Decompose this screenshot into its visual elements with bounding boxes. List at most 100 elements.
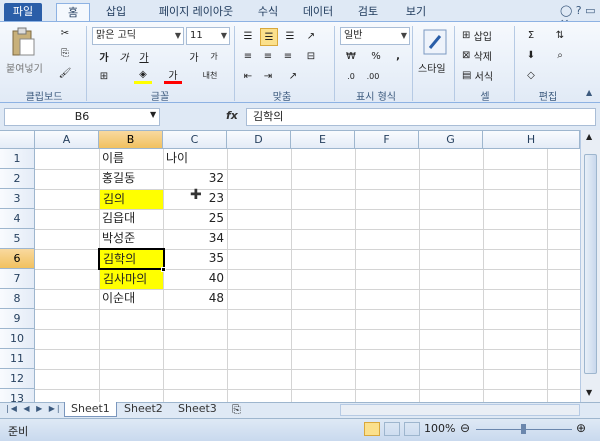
row-header-5[interactable]: 5 [0, 229, 35, 249]
column-header-h[interactable]: H [483, 131, 580, 149]
orientation-icon[interactable]: ↗ [282, 68, 304, 84]
cell-c2[interactable]: 32 [163, 169, 227, 188]
select-all-corner[interactable] [0, 131, 35, 149]
comma-button[interactable]: , [390, 48, 406, 64]
new-sheet-icon[interactable]: ⎘ [232, 403, 241, 417]
copy-icon[interactable]: ⎘ [58, 46, 72, 60]
worksheet-grid[interactable]: A B C D E F G H 1 2 3 4 5 6 7 8 9 10 11 … [0, 130, 580, 405]
fill-handle[interactable] [161, 267, 166, 272]
align-bottom-icon[interactable]: ☰ [282, 28, 298, 44]
column-header-a[interactable]: A [35, 131, 99, 149]
cell-b2[interactable]: 홍길동 [99, 169, 163, 188]
row-header-2[interactable]: 2 [0, 169, 35, 189]
bold-button[interactable]: 가 [96, 48, 112, 64]
row-header-13[interactable]: 13 [0, 389, 35, 405]
align-center-icon[interactable]: ≡ [260, 48, 276, 64]
scroll-thumb[interactable] [584, 154, 597, 374]
tab-file[interactable]: 파일 [4, 3, 42, 21]
find-icon[interactable]: ⌕ [548, 47, 572, 63]
tab-view[interactable]: 보기 [398, 3, 434, 21]
formula-input[interactable]: 김학의 [246, 108, 596, 126]
increase-decimal-icon[interactable]: .0 [342, 68, 360, 84]
cell-c4[interactable]: 25 [163, 209, 227, 228]
column-header-e[interactable]: E [291, 131, 355, 149]
align-middle-icon[interactable]: ☰ [260, 28, 278, 46]
column-header-f[interactable]: F [355, 131, 419, 149]
styles-button[interactable]: 스타일 [418, 60, 446, 75]
row-header-12[interactable]: 12 [0, 369, 35, 389]
tab-review[interactable]: 검토 [350, 3, 386, 21]
cell-c8[interactable]: 48 [163, 289, 227, 308]
clear-icon[interactable]: ◇ [522, 67, 540, 83]
cell-c5[interactable]: 34 [163, 229, 227, 248]
cell-b8[interactable]: 이순대 [99, 289, 163, 308]
grow-font-button[interactable]: 가 [186, 48, 202, 64]
horizontal-scrollbar[interactable] [340, 404, 580, 416]
border-icon[interactable]: ⊞ [96, 68, 112, 84]
align-left-icon[interactable]: ≡ [240, 48, 256, 64]
collapse-ribbon-icon[interactable]: ▲ [586, 88, 592, 97]
tab-page-layout[interactable]: 페이지 레이아웃 [146, 3, 246, 21]
zoom-in-icon[interactable]: ⊕ [576, 421, 586, 435]
italic-button[interactable]: 가 [116, 48, 132, 64]
scroll-up-icon[interactable]: ▲ [586, 132, 592, 141]
tab-data[interactable]: 데이터 [296, 3, 340, 21]
fill-color-icon[interactable]: ◈ [134, 68, 152, 84]
zoom-slider-thumb[interactable] [521, 424, 526, 434]
fill-icon[interactable]: ⬇ [522, 47, 540, 63]
row-header-8[interactable]: 8 [0, 289, 35, 309]
format-painter-icon[interactable]: 🖌 [58, 66, 72, 80]
tab-home[interactable]: 홈 [56, 3, 90, 21]
text-direction-icon[interactable]: ↗ [302, 28, 320, 44]
vertical-scrollbar[interactable]: ▲ ▼ [580, 130, 600, 402]
cell-b4[interactable]: 김읍대 [99, 209, 163, 228]
tab-insert[interactable]: 삽입 [96, 3, 136, 21]
zoom-level[interactable]: 100% [424, 422, 455, 435]
align-top-icon[interactable]: ☰ [240, 28, 256, 44]
cell-b7[interactable]: 김사마의 [100, 270, 163, 289]
phonetic-button[interactable]: 내천 [198, 66, 222, 84]
shrink-font-button[interactable]: 가 [206, 48, 222, 64]
cell-c7[interactable]: 40 [163, 269, 227, 288]
cell-b5[interactable]: 박성준 [99, 229, 163, 248]
row-header-9[interactable]: 9 [0, 309, 35, 329]
percent-button[interactable]: % [368, 48, 384, 64]
number-format-select[interactable]: 일반 ▼ [340, 27, 410, 45]
styles-icon[interactable] [420, 26, 450, 58]
align-right-icon[interactable]: ≡ [280, 48, 296, 64]
tab-formulas[interactable]: 수식 [250, 3, 286, 21]
row-header-1[interactable]: 1 [0, 149, 35, 169]
sheet-tab-2[interactable]: Sheet2 [118, 402, 169, 417]
currency-icon[interactable]: ₩ [342, 48, 360, 64]
merge-cells-icon[interactable]: ⊟ [302, 48, 320, 64]
page-break-view-icon[interactable] [404, 422, 420, 436]
sort-filter-icon[interactable]: ⇅ [548, 27, 572, 43]
row-header-10[interactable]: 10 [0, 329, 35, 349]
font-name-select[interactable]: 맑은 고딕 ▼ [92, 27, 184, 45]
cell-c1[interactable]: 나이 [163, 149, 227, 168]
cell-b1[interactable]: 이름 [99, 149, 163, 168]
column-header-d[interactable]: D [227, 131, 291, 149]
page-layout-view-icon[interactable] [384, 422, 400, 436]
cell-b3[interactable]: 김의 [100, 190, 163, 209]
sheet-tab-1[interactable]: Sheet1 [64, 402, 117, 417]
delete-cells-button[interactable]: ⊠ 삭제 [462, 47, 512, 63]
row-header-7[interactable]: 7 [0, 269, 35, 289]
normal-view-icon[interactable] [364, 422, 380, 436]
font-size-select[interactable]: 11 ▼ [186, 27, 230, 45]
chevron-down-icon[interactable]: ▼ [150, 110, 156, 119]
sheet-nav-icons[interactable]: |◀ ◀ ▶ ▶| [6, 404, 62, 413]
underline-button[interactable]: 가 [136, 48, 152, 64]
insert-cells-button[interactable]: ⊞ 삽입 [462, 27, 512, 43]
row-header-6[interactable]: 6 [0, 249, 35, 269]
column-header-g[interactable]: G [419, 131, 483, 149]
cell-c6[interactable]: 35 [163, 249, 227, 268]
row-header-11[interactable]: 11 [0, 349, 35, 369]
increase-indent-icon[interactable]: ⇥ [260, 68, 276, 84]
cut-icon[interactable]: ✂ [58, 26, 72, 40]
row-header-3[interactable]: 3 [0, 189, 35, 209]
font-color-icon[interactable]: 가 [164, 68, 182, 84]
format-cells-button[interactable]: ▤ 서식 [462, 67, 512, 83]
function-icon[interactable]: fx [226, 109, 238, 122]
clipboard-paste-icon[interactable] [8, 26, 38, 58]
